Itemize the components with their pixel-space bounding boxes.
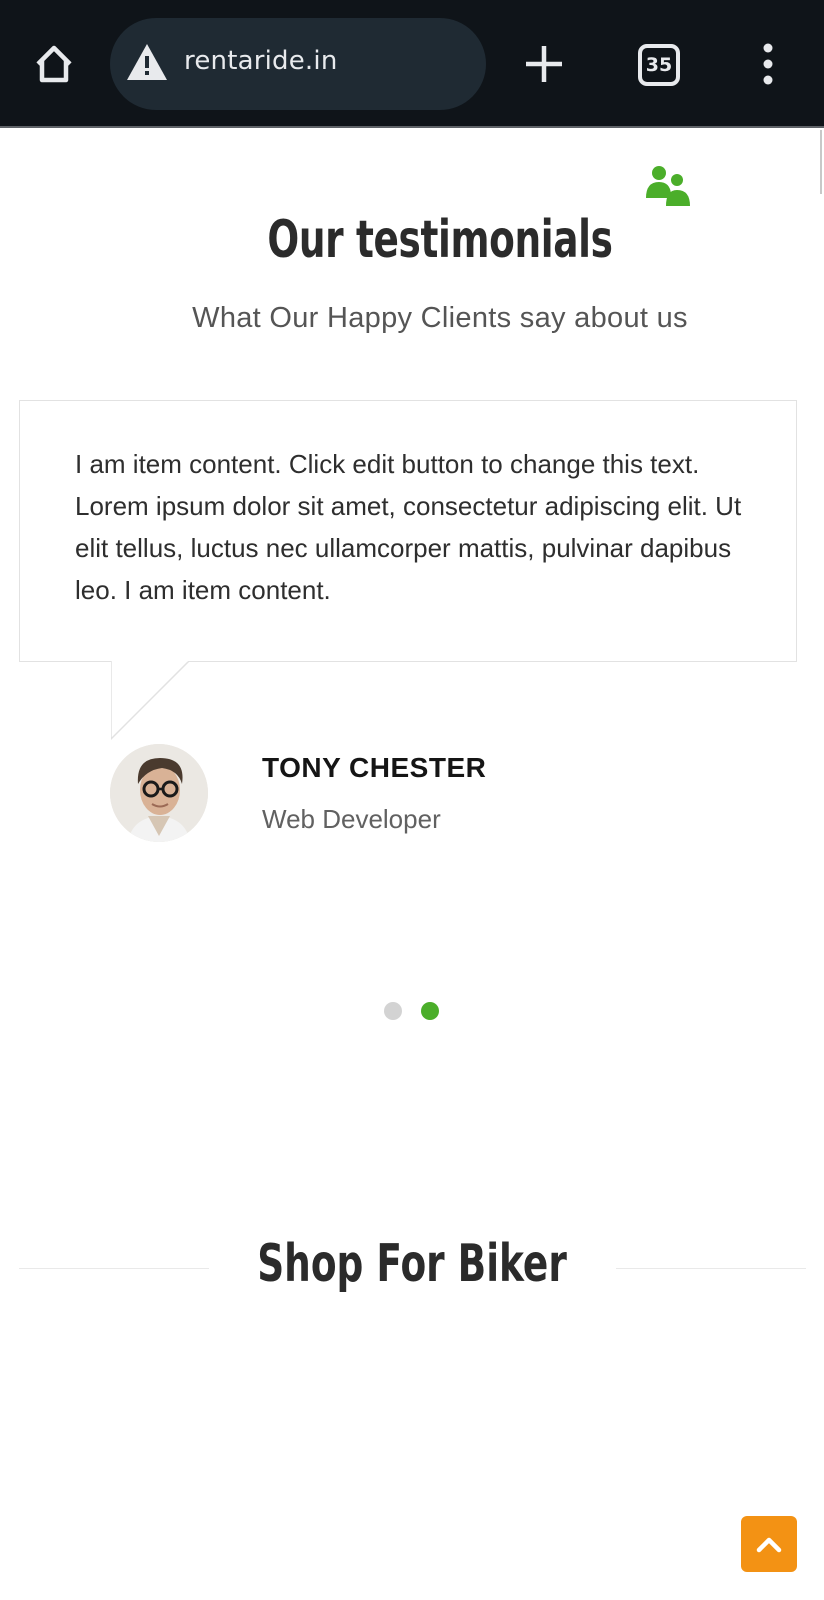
tab-count: 35: [645, 54, 673, 76]
testimonial-author-name: TONY CHESTER: [262, 752, 487, 783]
home-icon: [36, 45, 72, 83]
back-to-top-button[interactable]: [741, 1516, 797, 1572]
tab-switcher-button[interactable]: 35: [638, 44, 680, 86]
testimonial-card: I am item content. Click edit button to …: [19, 400, 797, 662]
avatar: [110, 744, 208, 842]
section-title: Our testimonials: [267, 210, 613, 270]
users-icon: [646, 166, 690, 206]
new-tab-button[interactable]: [524, 44, 564, 84]
shop-section-title: Shop For Biker: [257, 1234, 567, 1294]
home-button[interactable]: [32, 40, 76, 88]
testimonial-quote: I am item content. Click edit button to …: [75, 449, 742, 605]
slider-dot-1[interactable]: [384, 1002, 402, 1020]
address-bar[interactable]: rentaride.in: [110, 18, 486, 110]
url-text[interactable]: rentaride.in: [184, 46, 338, 76]
not-secure-warning-icon[interactable]: [126, 43, 168, 81]
chevron-up-icon: [756, 1537, 782, 1553]
slider-dot-2-active[interactable]: [421, 1002, 439, 1020]
more-vert-icon[interactable]: [756, 42, 780, 86]
section-subtitle: What Our Happy Clients say about us: [192, 302, 688, 334]
scrollbar-edge: [820, 130, 822, 194]
speech-bubble-tail: [111, 661, 190, 741]
browser-toolbar: rentaride.in 35: [0, 0, 824, 128]
testimonial-author-role: Web Developer: [262, 804, 441, 834]
